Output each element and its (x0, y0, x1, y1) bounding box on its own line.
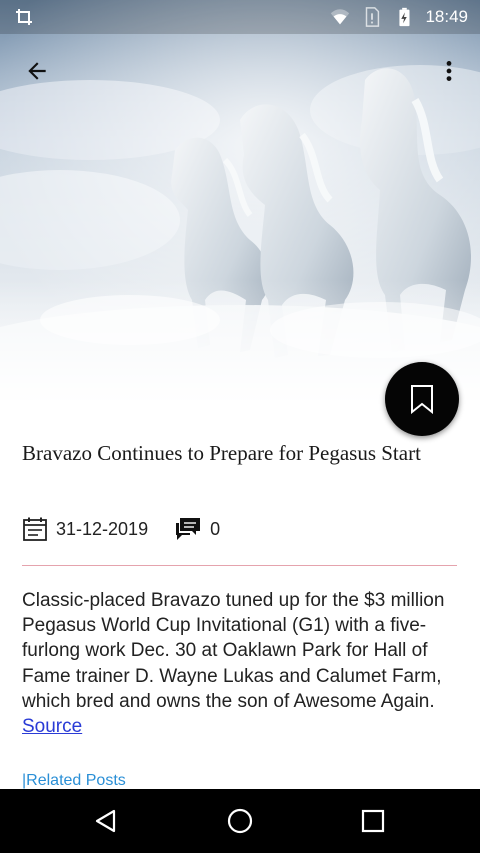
calendar-icon (23, 517, 47, 541)
bookmark-button[interactable] (385, 362, 459, 436)
nav-home-icon (227, 808, 253, 834)
nav-back-button[interactable] (88, 803, 124, 839)
nav-back-icon (95, 809, 116, 833)
hero-image (0, 0, 480, 400)
related-posts-heading: |Related Posts (22, 772, 126, 789)
article-body-text: Classic-placed Bravazo tuned up for the … (22, 590, 445, 712)
nav-recents-button[interactable] (355, 803, 391, 839)
sim-icon (366, 7, 380, 27)
article-meta: 31-12-2019 0 (22, 514, 220, 544)
nav-recents-icon (361, 809, 385, 833)
more-options-button[interactable] (432, 54, 466, 88)
article-date: 31-12-2019 (56, 518, 149, 539)
divider (22, 565, 457, 566)
crop-icon (16, 9, 32, 25)
bookmark-icon (411, 385, 433, 414)
back-button[interactable] (20, 54, 54, 88)
more-vert-icon (446, 61, 452, 81)
article-body: Classic-placed Bravazo tuned up for the … (22, 588, 462, 739)
status-time: 18:49 (425, 7, 468, 26)
battery-charging-icon (399, 7, 410, 27)
source-link[interactable]: Source (22, 716, 82, 737)
comments-icon (176, 518, 201, 540)
status-bar: 18:49 (0, 0, 480, 34)
nav-home-button[interactable] (222, 803, 258, 839)
article-title: Bravazo Continues to Prepare for Pegasus… (22, 441, 421, 465)
navigation-bar (0, 789, 480, 853)
arrow-back-icon (28, 62, 46, 80)
comment-count: 0 (210, 518, 221, 539)
horses-illustration (0, 0, 480, 400)
wifi-icon (331, 9, 350, 25)
